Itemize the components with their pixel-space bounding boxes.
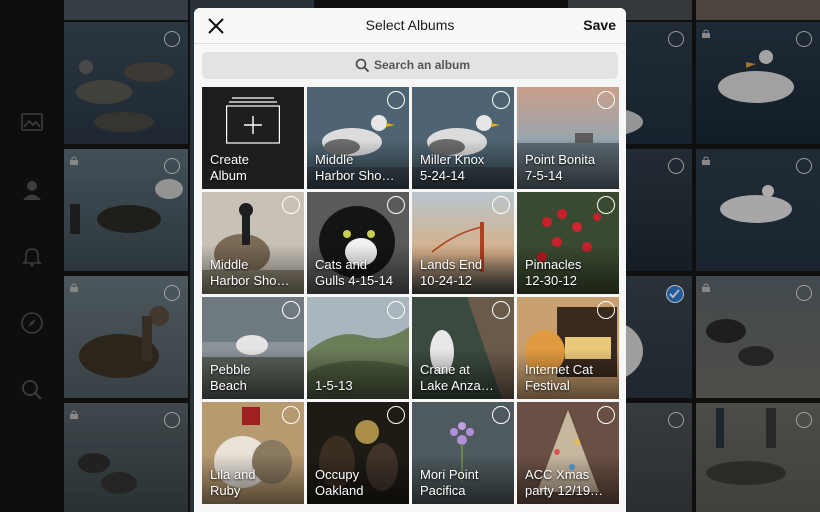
- search-icon: [355, 58, 370, 73]
- album-label: Pinnacles 12-30-12: [525, 257, 582, 288]
- album-label: Middle Harbor Sho…: [210, 257, 290, 288]
- select-albums-dialog: Select Albums Save Search an album Creat…: [194, 8, 626, 512]
- album-tile[interactable]: Internet Cat Festival: [517, 297, 619, 399]
- album-tile[interactable]: 1-5-13: [307, 297, 409, 399]
- select-circle-icon[interactable]: [387, 301, 405, 319]
- album-label: Point Bonita 7-5-14: [525, 152, 596, 183]
- album-label: Middle Harbor Sho…: [315, 152, 395, 183]
- album-label: Internet Cat Festival: [525, 362, 593, 393]
- select-circle-icon[interactable]: [492, 196, 510, 214]
- album-tile[interactable]: Occupy Oakland: [307, 402, 409, 504]
- album-tile[interactable]: Pinnacles 12-30-12: [517, 192, 619, 294]
- album-label: Mori Point Pacifica: [420, 467, 479, 498]
- select-circle-icon[interactable]: [387, 91, 405, 109]
- select-circle-icon[interactable]: [387, 196, 405, 214]
- select-circle-icon[interactable]: [597, 406, 615, 424]
- select-circle-icon[interactable]: [597, 196, 615, 214]
- select-circle-icon[interactable]: [282, 406, 300, 424]
- album-tile[interactable]: Cats and Gulls 4-15-14: [307, 192, 409, 294]
- album-tile[interactable]: ACC Xmas party 12/19…: [517, 402, 619, 504]
- add-album-icon: [226, 97, 280, 144]
- select-circle-icon[interactable]: [492, 91, 510, 109]
- search-placeholder: Search an album: [374, 58, 471, 72]
- album-tile[interactable]: Mori Point Pacifica: [412, 402, 514, 504]
- dialog-header: Select Albums Save: [194, 8, 626, 44]
- dialog-title: Select Albums: [365, 17, 455, 33]
- select-circle-icon[interactable]: [282, 301, 300, 319]
- album-tile[interactable]: Crane at Lake Anza…: [412, 297, 514, 399]
- select-circle-icon[interactable]: [597, 301, 615, 319]
- album-tile[interactable]: Lila and Ruby: [202, 402, 304, 504]
- album-tile[interactable]: Middle Harbor Sho…: [307, 87, 409, 189]
- album-label: Lila and Ruby: [210, 467, 256, 498]
- album-label: ACC Xmas party 12/19…: [525, 467, 604, 498]
- search-input[interactable]: Search an album: [202, 52, 618, 79]
- save-button[interactable]: Save: [583, 17, 616, 33]
- album-label: 1-5-13: [315, 378, 353, 393]
- album-label: Occupy Oakland: [315, 467, 364, 498]
- album-label: Create Album: [210, 152, 250, 183]
- create-album-tile[interactable]: Create Album: [202, 87, 304, 189]
- select-circle-icon[interactable]: [492, 301, 510, 319]
- album-tile[interactable]: Lands End 10-24-12: [412, 192, 514, 294]
- album-label: Pebble Beach: [210, 362, 251, 393]
- album-tile[interactable]: Middle Harbor Sho…: [202, 192, 304, 294]
- album-tile[interactable]: Miller Knox 5-24-14: [412, 87, 514, 189]
- album-label: Cats and Gulls 4-15-14: [315, 257, 394, 288]
- select-circle-icon[interactable]: [492, 406, 510, 424]
- album-label: Miller Knox 5-24-14: [420, 152, 485, 183]
- album-label: Crane at Lake Anza…: [420, 362, 494, 393]
- select-circle-icon[interactable]: [387, 406, 405, 424]
- select-circle-icon[interactable]: [282, 196, 300, 214]
- album-label: Lands End 10-24-12: [420, 257, 483, 288]
- album-tile[interactable]: Point Bonita 7-5-14: [517, 87, 619, 189]
- album-tile[interactable]: Pebble Beach: [202, 297, 304, 399]
- select-circle-icon[interactable]: [597, 91, 615, 109]
